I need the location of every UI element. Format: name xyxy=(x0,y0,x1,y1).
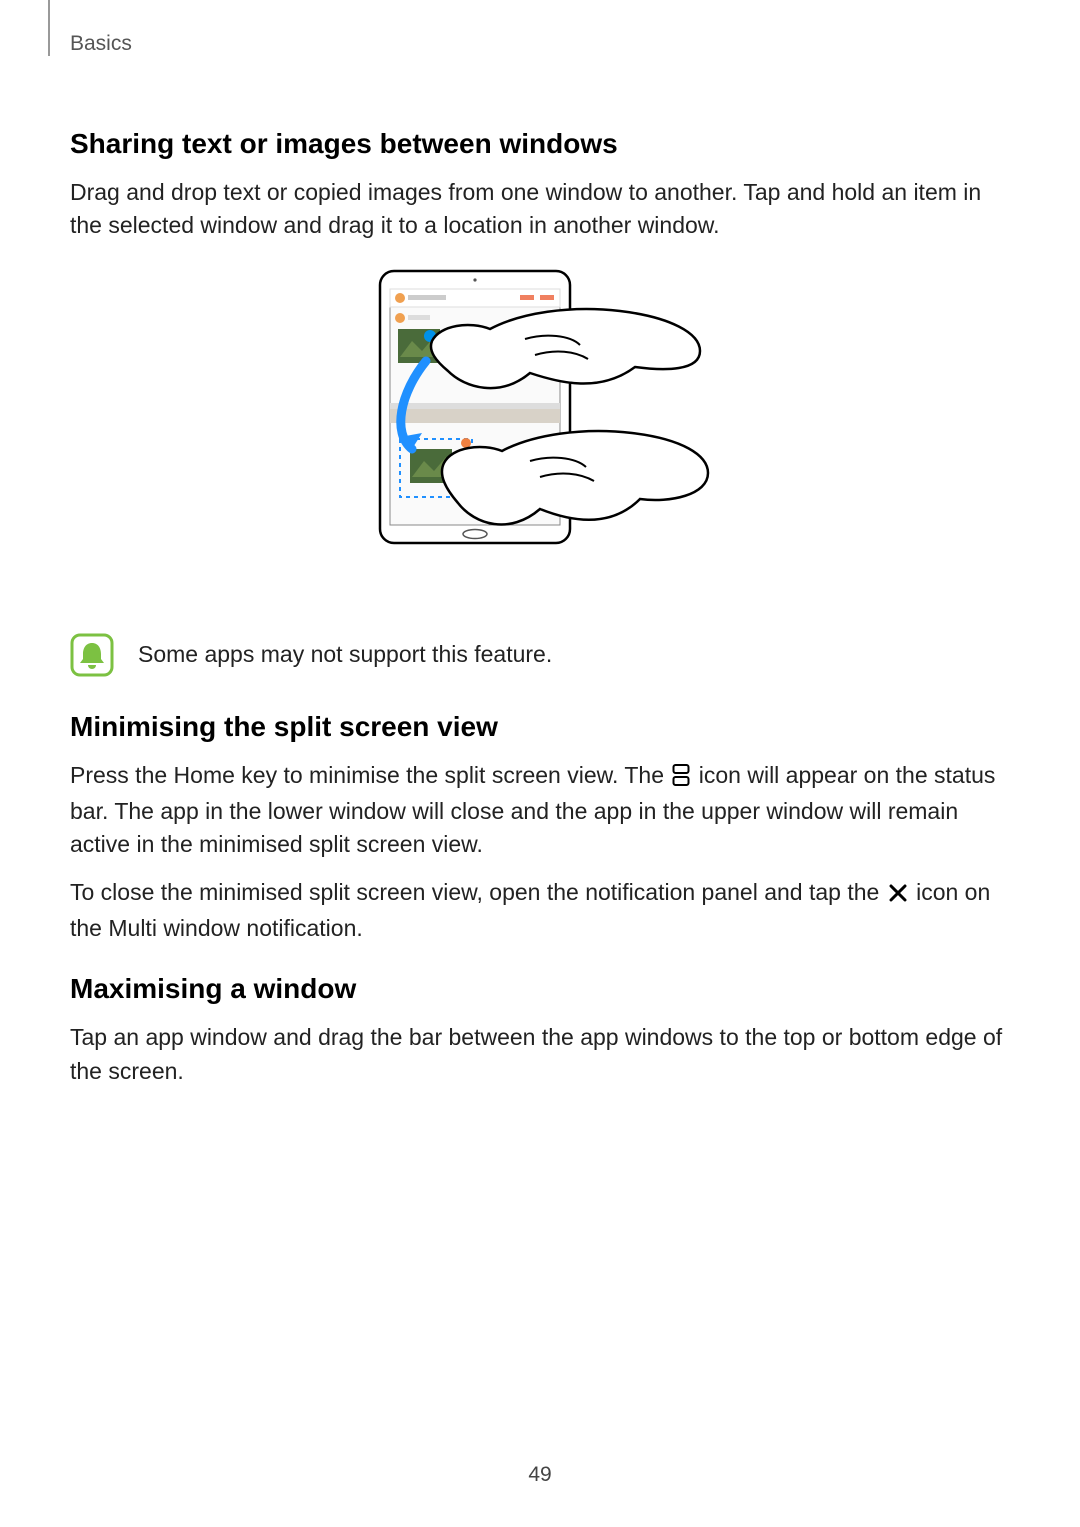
body-sharing: Drag and drop text or copied images from… xyxy=(70,176,1010,243)
note-bell-icon xyxy=(70,633,114,677)
body-maximising: Tap an app window and drag the bar betwe… xyxy=(70,1021,1010,1088)
text-part-c: To close the minimised split screen view… xyxy=(70,879,886,905)
figure-drag-drop xyxy=(70,263,1010,603)
note-callout: Some apps may not support this feature. xyxy=(70,633,1010,677)
text-part-a: Press the Home key to minimise the split… xyxy=(70,762,670,788)
page-number: 49 xyxy=(0,1463,1080,1487)
tablet-illustration xyxy=(370,263,710,603)
heading-sharing: Sharing text or images between windows xyxy=(70,128,1010,160)
heading-minimising: Minimising the split screen view xyxy=(70,711,1010,743)
page-content: Sharing text or images between windows D… xyxy=(70,100,1010,1102)
body-minimising-2: To close the minimised split screen view… xyxy=(70,876,1010,946)
split-screen-icon xyxy=(672,762,690,795)
close-x-icon xyxy=(888,879,908,912)
body-minimising-1: Press the Home key to minimise the split… xyxy=(70,759,1010,862)
header-divider xyxy=(48,0,50,56)
note-text: Some apps may not support this feature. xyxy=(138,641,552,668)
breadcrumb: Basics xyxy=(70,32,132,56)
heading-maximising: Maximising a window xyxy=(70,973,1010,1005)
